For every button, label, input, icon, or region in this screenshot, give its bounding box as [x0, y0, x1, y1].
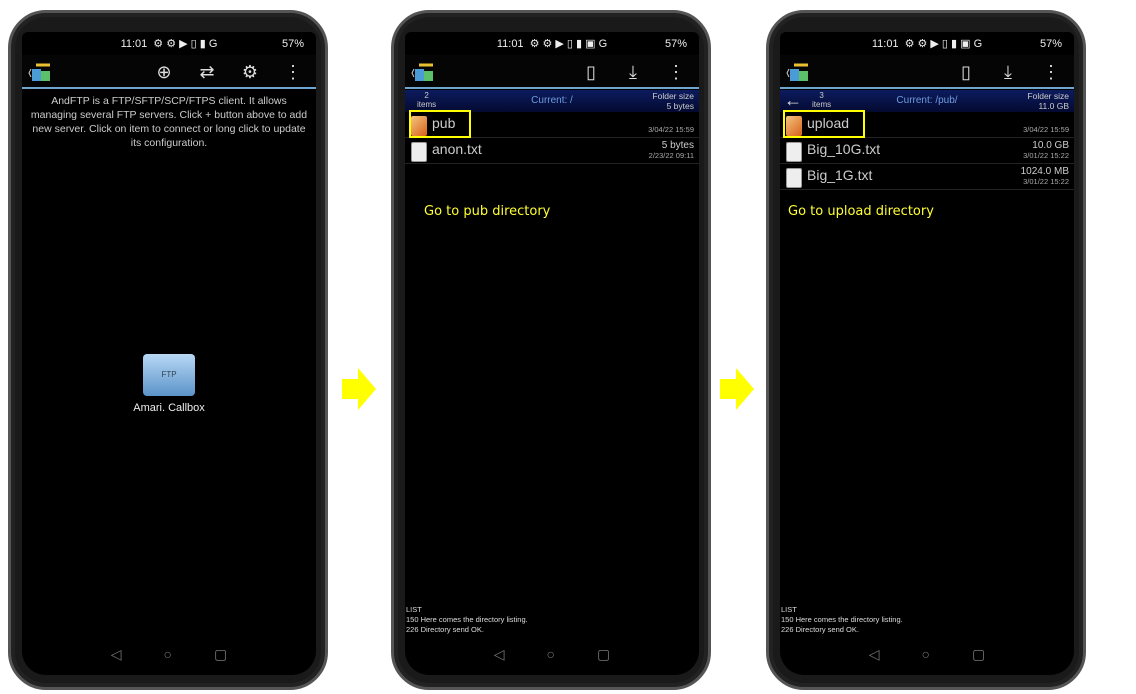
file-size: 1024.0 MB — [1020, 166, 1069, 177]
ftp-folder-icon: FTP — [143, 354, 195, 396]
annotation: Go to pub directory — [424, 204, 551, 219]
recents-icon[interactable]: ▢ — [597, 646, 610, 663]
toolbar: ▯ ⤓ ⋮ — [780, 55, 1074, 89]
battery: 57% — [664, 37, 687, 50]
annotation: Go to upload directory — [788, 204, 934, 219]
status-icons: ⚙ ⚙ ▶ ▯ ▮ ▣ G — [529, 38, 608, 50]
screen-root-listing: 11:01 ⚙ ⚙ ▶ ▯ ▮ ▣ G 57% ▯ ⤓ ⋮ 2 items Curre… — [405, 32, 699, 675]
status-bar: 11:01 ⚙ ⚙ ▶ ▯ ▮ ▣ G 57% — [780, 32, 1074, 55]
transfer-icon[interactable]: ⇄ — [196, 61, 218, 83]
gear-icon[interactable]: ⚙ — [239, 61, 261, 83]
toolbar: ▯ ⤓ ⋮ — [405, 55, 699, 89]
phone-1: 11:01 ⚙ ⚙ ▶ ▯ ▮ G 57% ⊕ ⇄ ⚙ ⋮ AndFTP is a … — [8, 10, 328, 690]
highlight-box — [409, 110, 471, 138]
phone-icon[interactable]: ▯ — [955, 61, 977, 83]
file-icon — [786, 168, 802, 188]
clock: 11:01 — [496, 37, 524, 50]
file-row[interactable]: Big_1G.txt 1024.0 MB 3/01/22 15:22 — [780, 164, 1074, 190]
file-date: 3/04/22 15:59 — [1023, 125, 1069, 134]
ftp-log: LIST 150 Here comes the directory listing… — [781, 605, 903, 634]
file-date: 3/01/22 15:22 — [1023, 151, 1069, 160]
intro-text: AndFTP is a FTP/SFTP/SCP/FTPS client. It… — [30, 95, 308, 149]
phone-3: 11:01 ⚙ ⚙ ▶ ▯ ▮ ▣ G 57% ▯ ⤓ ⋮ ← 3 items Cur… — [766, 10, 1086, 690]
file-name: Big_10G.txt — [807, 141, 881, 157]
download-icon[interactable]: ⤓ — [997, 61, 1019, 83]
nav-bar: ◁ ○ ▢ — [405, 646, 699, 663]
file-icon — [786, 142, 802, 162]
home-icon[interactable]: ○ — [922, 646, 930, 663]
battery: 57% — [281, 37, 304, 50]
screen-pub-listing: 11:01 ⚙ ⚙ ▶ ▯ ▮ ▣ G 57% ▯ ⤓ ⋮ ← 3 items Cur… — [780, 32, 1074, 675]
file-size: 5 bytes — [661, 140, 694, 151]
file-size: 10.0 GB — [1032, 140, 1069, 151]
phone-icon[interactable]: ▯ — [580, 61, 602, 83]
more-icon[interactable]: ⋮ — [665, 61, 687, 83]
more-icon[interactable]: ⋮ — [1040, 61, 1062, 83]
toolbar: ⊕ ⇄ ⚙ ⋮ — [22, 55, 316, 89]
back-icon[interactable]: ◁ — [111, 646, 122, 663]
server-item[interactable]: FTP Amari. Callbox — [22, 354, 316, 414]
back-icon[interactable]: ◁ — [494, 646, 505, 663]
nav-bar: ◁ ○ ▢ — [780, 646, 1074, 663]
andftp-logo-icon[interactable] — [28, 61, 54, 83]
file-row[interactable]: Big_10G.txt 10.0 GB 3/01/22 15:22 — [780, 138, 1074, 164]
directory-header: ← 3 items Current: /pub/ Folder size 11.0 … — [780, 90, 1074, 112]
clock: 11:01 — [120, 37, 148, 50]
arrow-right-icon — [342, 368, 376, 410]
status-icons: ⚙ ⚙ ▶ ▯ ▮ ▣ G — [904, 38, 983, 50]
recents-icon[interactable]: ▢ — [214, 646, 227, 663]
andftp-logo-icon[interactable] — [411, 61, 437, 83]
status-bar: 11:01 ⚙ ⚙ ▶ ▯ ▮ ▣ G 57% — [405, 32, 699, 55]
screen-server-list: 11:01 ⚙ ⚙ ▶ ▯ ▮ G 57% ⊕ ⇄ ⚙ ⋮ AndFTP is a … — [22, 32, 316, 675]
andftp-logo-icon[interactable] — [786, 61, 812, 83]
file-name: Big_1G.txt — [807, 167, 873, 183]
status-bar: 11:01 ⚙ ⚙ ▶ ▯ ▮ G 57% — [22, 32, 316, 55]
clock: 11:01 — [871, 37, 899, 50]
more-icon[interactable]: ⋮ — [282, 61, 304, 83]
folder-size: Folder size 11.0 GB — [1027, 91, 1069, 111]
file-date: 3/04/22 15:59 — [648, 125, 694, 134]
file-row[interactable]: anon.txt 5 bytes 2/23/22 09:11 — [405, 138, 699, 164]
file-icon — [411, 142, 427, 162]
directory-header: 2 items Current: / Folder size 5 bytes — [405, 90, 699, 112]
back-icon[interactable]: ◁ — [869, 646, 880, 663]
arrow-right-icon — [720, 368, 754, 410]
recents-icon[interactable]: ▢ — [972, 646, 985, 663]
ftp-log: LIST 150 Here comes the directory listing… — [406, 605, 528, 634]
server-label: Amari. Callbox — [133, 402, 205, 414]
folder-size: Folder size 5 bytes — [652, 91, 694, 111]
add-icon[interactable]: ⊕ — [153, 61, 175, 83]
download-icon[interactable]: ⤓ — [622, 61, 644, 83]
home-icon[interactable]: ○ — [164, 646, 172, 663]
nav-bar: ◁ ○ ▢ — [22, 646, 316, 663]
home-icon[interactable]: ○ — [547, 646, 555, 663]
phone-2: 11:01 ⚙ ⚙ ▶ ▯ ▮ ▣ G 57% ▯ ⤓ ⋮ 2 items Curre… — [391, 10, 711, 690]
file-date: 2/23/22 09:11 — [648, 151, 694, 160]
file-name: anon.txt — [432, 141, 482, 157]
status-icons: ⚙ ⚙ ▶ ▯ ▮ G — [153, 38, 218, 50]
highlight-box — [783, 110, 865, 138]
battery: 57% — [1039, 37, 1062, 50]
file-date: 3/01/22 15:22 — [1023, 177, 1069, 186]
